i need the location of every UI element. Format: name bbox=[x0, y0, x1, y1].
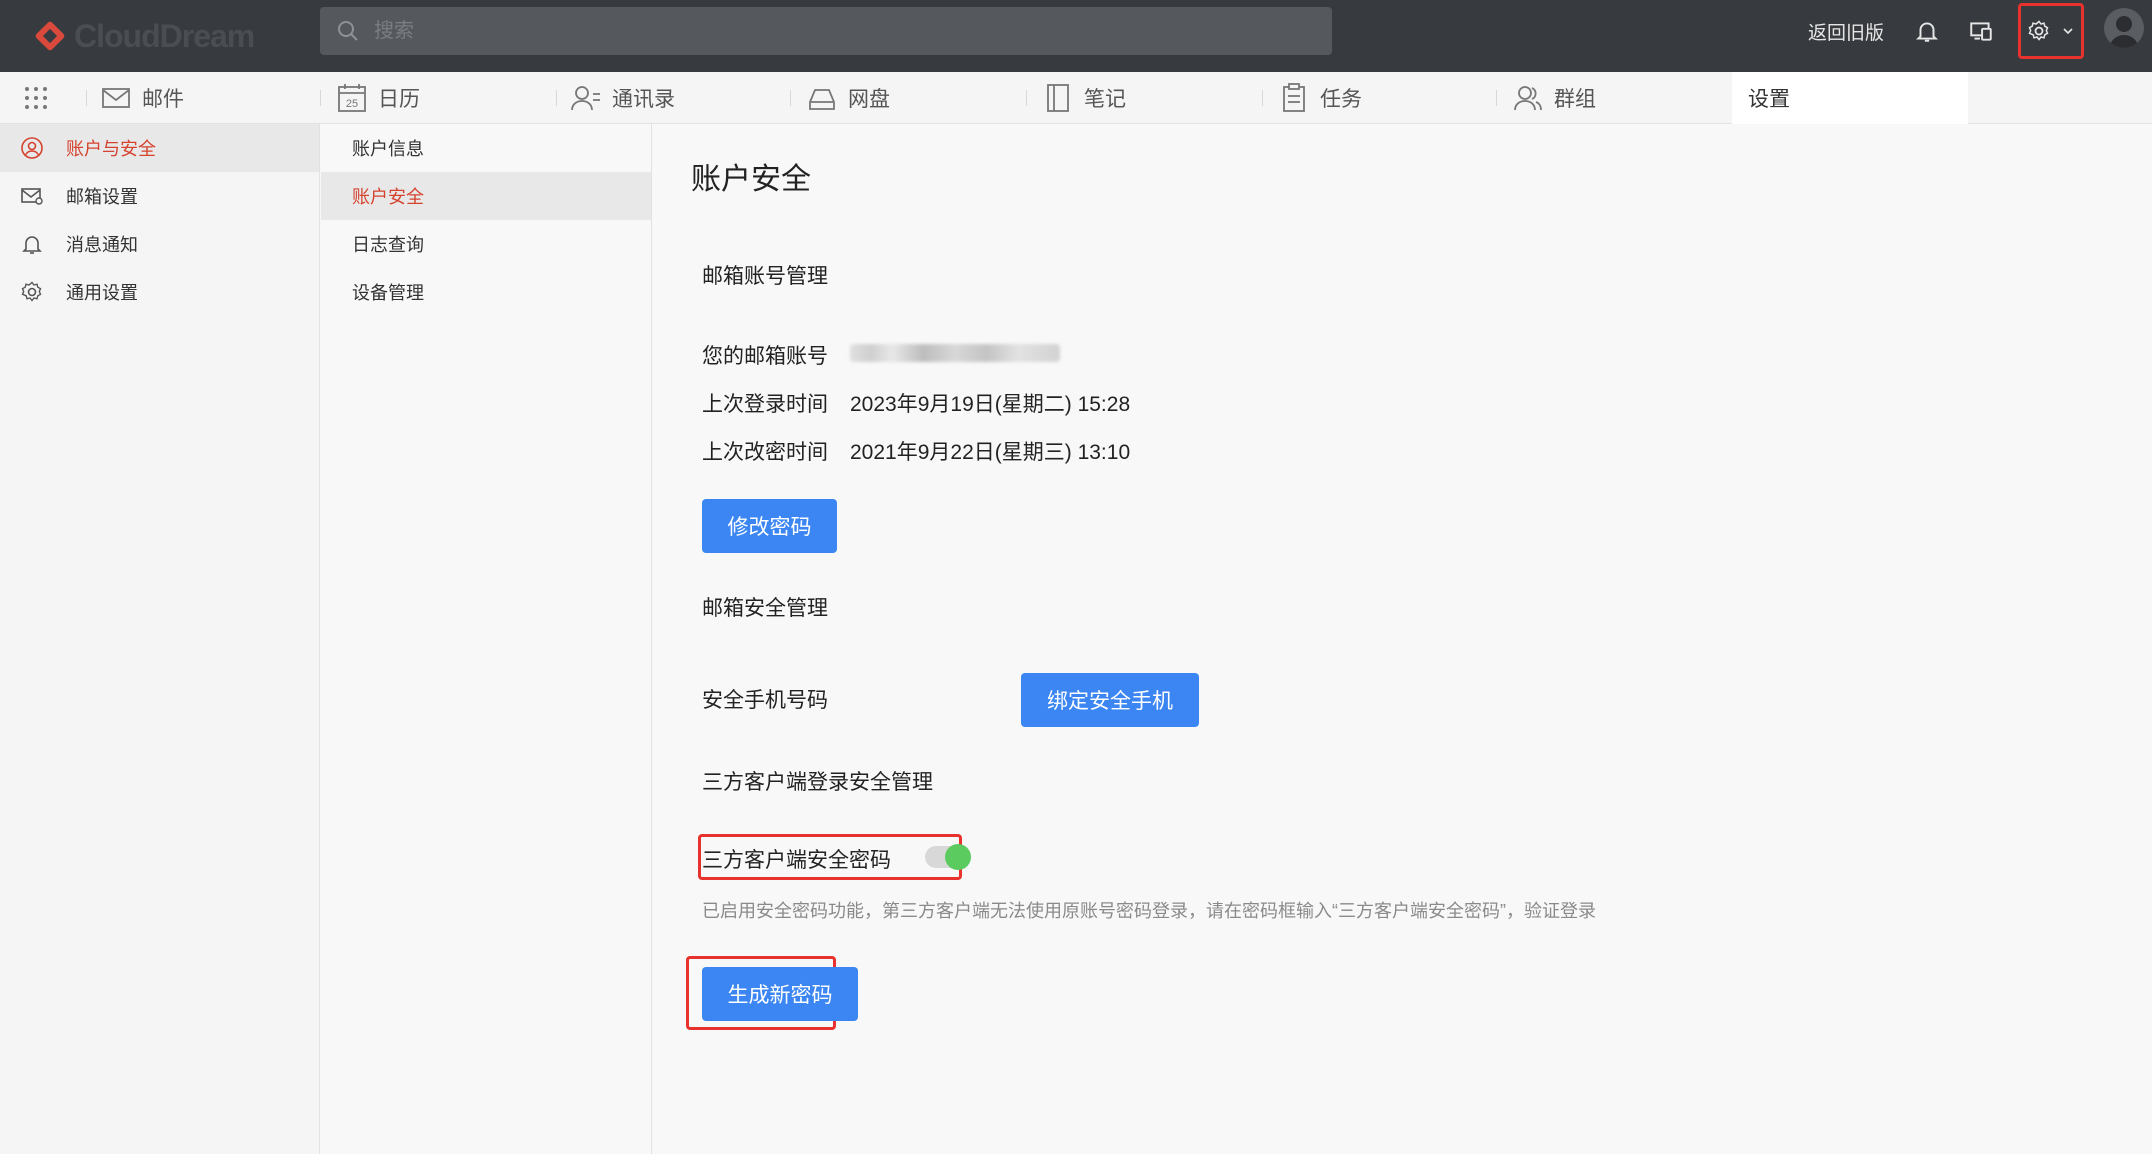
logo-text: CloudDream bbox=[74, 17, 255, 54]
email-account-value-redacted bbox=[850, 344, 1060, 362]
third-party-password-toggle[interactable] bbox=[925, 844, 971, 870]
logo[interactable]: CloudDream bbox=[32, 14, 255, 58]
submenu-item-log-query[interactable]: 日志查询 bbox=[321, 220, 651, 268]
sidebar-item-label: 邮箱设置 bbox=[66, 187, 138, 207]
section-title-account: 邮箱账号管理 bbox=[702, 265, 828, 288]
submenu-item-account-info[interactable]: 账户信息 bbox=[321, 124, 651, 172]
search-input[interactable] bbox=[374, 19, 1274, 43]
nav-divider bbox=[86, 90, 87, 106]
sidebar-item-mail-settings[interactable]: 邮箱设置 bbox=[0, 172, 319, 220]
last-login-label: 上次登录时间 bbox=[702, 393, 828, 416]
nav-item-group[interactable]: 群组 bbox=[1512, 72, 1596, 124]
section-title-third-party: 三方客户端登录安全管理 bbox=[702, 771, 933, 794]
nav-item-mail[interactable]: 邮件 bbox=[100, 72, 184, 124]
nav-item-label: 通讯录 bbox=[612, 88, 675, 111]
last-login-value: 2023年9月19日(星期二) 15:28 bbox=[850, 393, 1131, 416]
search-icon bbox=[338, 21, 358, 41]
sidebar-item-notifications[interactable]: 消息通知 bbox=[0, 220, 319, 268]
nav-item-drive[interactable]: 网盘 bbox=[806, 72, 890, 124]
security-phone-label: 安全手机号码 bbox=[702, 689, 828, 712]
third-party-password-label: 三方客户端安全密码 bbox=[702, 849, 891, 872]
nav-divider bbox=[1026, 90, 1027, 106]
nav-item-notes[interactable]: 笔记 bbox=[1042, 72, 1126, 124]
top-bar: CloudDream 返回旧版 bbox=[0, 0, 2152, 72]
gear-icon bbox=[2028, 20, 2049, 41]
nav-item-label: 群组 bbox=[1554, 88, 1596, 111]
nav-divider bbox=[790, 90, 791, 106]
avatar[interactable] bbox=[2104, 8, 2144, 48]
bell-icon bbox=[1915, 22, 1939, 42]
logo-icon bbox=[32, 18, 68, 54]
nav-divider bbox=[1262, 90, 1263, 106]
nav-divider bbox=[1496, 90, 1497, 106]
search-bar[interactable] bbox=[320, 7, 1332, 55]
third-party-hint: 已启用安全密码功能，第三方客户端无法使用原账号密码登录，请在密码框输入“三方客户… bbox=[702, 901, 1596, 921]
gear-icon bbox=[21, 281, 42, 302]
nav-item-calendar[interactable]: 25 日历 bbox=[336, 72, 420, 124]
nav-item-label: 任务 bbox=[1320, 88, 1362, 111]
tasks-icon bbox=[1283, 83, 1305, 112]
section-title-security: 邮箱安全管理 bbox=[702, 597, 828, 620]
drive-icon bbox=[809, 89, 835, 110]
nav-item-label: 日历 bbox=[378, 88, 420, 111]
mail-settings-icon bbox=[21, 188, 43, 205]
notes-icon bbox=[1047, 84, 1069, 112]
group-icon bbox=[1514, 86, 1542, 111]
sidebar-item-label: 账户与安全 bbox=[66, 139, 156, 159]
bind-phone-button[interactable]: 绑定安全手机 bbox=[1021, 673, 1199, 727]
mail-icon bbox=[102, 88, 130, 108]
last-password-change-value: 2021年9月22日(星期三) 13:10 bbox=[850, 441, 1131, 464]
devices-button[interactable] bbox=[1964, 14, 1998, 48]
nav-item-label: 网盘 bbox=[848, 88, 890, 111]
email-account-label: 您的邮箱账号 bbox=[702, 345, 828, 368]
chevron-down-icon bbox=[2063, 28, 2073, 35]
user-circle-icon bbox=[21, 137, 43, 159]
submenu-item-account-security[interactable]: 账户安全 bbox=[321, 172, 651, 220]
bell-icon bbox=[22, 236, 42, 254]
apps-grid-icon[interactable] bbox=[22, 84, 50, 112]
notification-button[interactable] bbox=[1910, 14, 1944, 48]
devices-icon bbox=[1970, 22, 1992, 41]
nav-item-settings[interactable]: 设置 bbox=[1748, 72, 1790, 124]
sidebar-item-account-security[interactable]: 账户与安全 bbox=[0, 124, 319, 172]
nav-divider bbox=[556, 90, 557, 106]
main-content: 账户安全 邮箱账号管理 您的邮箱账号 上次登录时间 2023年9月19日(星期二… bbox=[653, 124, 2152, 1154]
settings-menu-button[interactable] bbox=[2018, 3, 2084, 59]
old-version-link[interactable]: 返回旧版 bbox=[1808, 18, 1884, 45]
settings-sidebar: 账户与安全 邮箱设置 消息通知 通用设置 bbox=[0, 124, 320, 1154]
contacts-icon bbox=[571, 86, 600, 111]
nav-item-label: 笔记 bbox=[1084, 88, 1126, 111]
nav-divider bbox=[320, 90, 321, 106]
sidebar-item-general-settings[interactable]: 通用设置 bbox=[0, 268, 319, 316]
account-submenu: 账户信息 账户安全 日志查询 设备管理 bbox=[321, 124, 652, 1154]
last-password-change-row: 上次改密时间 2021年9月22日(星期三) 13:10 bbox=[702, 436, 1130, 466]
sidebar-item-label: 通用设置 bbox=[66, 283, 138, 303]
generate-new-password-button[interactable]: 生成新密码 bbox=[702, 967, 858, 1021]
nav-item-contacts[interactable]: 通讯录 bbox=[570, 72, 675, 124]
nav-item-label: 邮件 bbox=[142, 88, 184, 111]
email-account-row: 您的邮箱账号 bbox=[702, 340, 1060, 370]
page-title: 账户安全 bbox=[691, 163, 811, 196]
nav-item-tasks[interactable]: 任务 bbox=[1278, 72, 1362, 124]
security-phone-row: 安全手机号码 bbox=[702, 684, 850, 714]
module-nav: 邮件 25 日历 通讯录 网盘 笔记 任务 群组 设置 bbox=[0, 72, 2152, 124]
change-password-button[interactable]: 修改密码 bbox=[702, 499, 837, 553]
toggle-knob bbox=[945, 844, 971, 870]
last-password-change-label: 上次改密时间 bbox=[702, 441, 828, 464]
last-login-row: 上次登录时间 2023年9月19日(星期二) 15:28 bbox=[702, 388, 1130, 418]
third-party-password-row: 三方客户端安全密码 bbox=[702, 844, 891, 874]
nav-item-label: 设置 bbox=[1748, 88, 1790, 111]
submenu-item-device-management[interactable]: 设备管理 bbox=[321, 268, 651, 316]
calendar-icon: 25 bbox=[338, 84, 366, 112]
calendar-day: 25 bbox=[346, 98, 358, 110]
sidebar-item-label: 消息通知 bbox=[66, 235, 138, 255]
